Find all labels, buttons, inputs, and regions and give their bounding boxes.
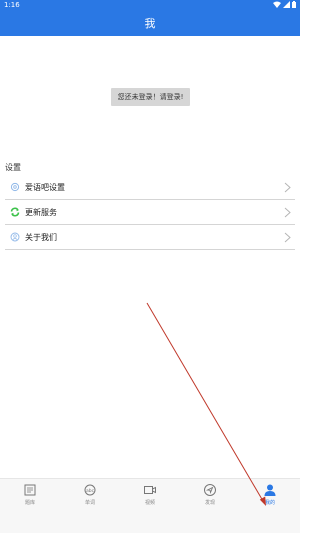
nav-label: 我的 — [264, 500, 275, 506]
nav-item-discover[interactable]: 发现 — [180, 479, 240, 533]
settings-item-app-settings[interactable]: 爱语吧设置 — [5, 175, 295, 200]
chevron-right-icon — [284, 182, 291, 193]
status-icons — [273, 1, 296, 8]
settings-item-about-us[interactable]: 关于我们 — [5, 225, 295, 250]
settings-item-update-service[interactable]: 更新服务 — [5, 200, 295, 225]
nav-item-words[interactable]: abc 单词 — [60, 479, 120, 533]
discover-icon — [204, 484, 216, 496]
nav-label: 题库 — [24, 500, 35, 506]
nav-item-profile[interactable]: 我的 — [240, 479, 300, 533]
chevron-right-icon — [284, 207, 291, 218]
login-prompt-button[interactable]: 您还未登录！请登录! — [111, 88, 190, 106]
nav-label: 发现 — [204, 500, 215, 506]
cell-signal-icon — [283, 1, 290, 8]
settings-item-label: 爱语吧设置 — [25, 182, 65, 192]
bottom-navigation: 题库 abc 单词 视频 发现 我的 — [0, 478, 300, 533]
annotation-arrow — [146, 302, 266, 506]
nav-item-video[interactable]: 视频 — [120, 479, 180, 533]
battery-icon — [292, 1, 296, 8]
status-bar: 1:16 — [0, 0, 300, 11]
word-icon: abc — [84, 484, 96, 496]
video-icon — [144, 486, 156, 494]
question-bank-icon — [24, 484, 36, 496]
wifi-icon — [273, 1, 281, 8]
svg-text:abc: abc — [86, 488, 95, 494]
settings-item-label: 更新服务 — [25, 207, 57, 217]
settings-list: 爱语吧设置 更新服务 关于我们 — [5, 175, 295, 250]
refresh-icon — [10, 207, 20, 217]
info-icon — [10, 232, 20, 242]
settings-item-label: 关于我们 — [25, 232, 57, 242]
page-title: 我 — [0, 11, 300, 36]
nav-label: 视频 — [144, 500, 155, 506]
status-time: 1:16 — [4, 1, 20, 9]
nav-label: 单词 — [84, 500, 95, 506]
nav-item-question-bank[interactable]: 题库 — [0, 479, 60, 533]
profile-icon — [264, 484, 276, 496]
chevron-right-icon — [284, 232, 291, 243]
settings-section-title: 设置 — [5, 163, 21, 172]
gear-icon — [10, 182, 20, 192]
